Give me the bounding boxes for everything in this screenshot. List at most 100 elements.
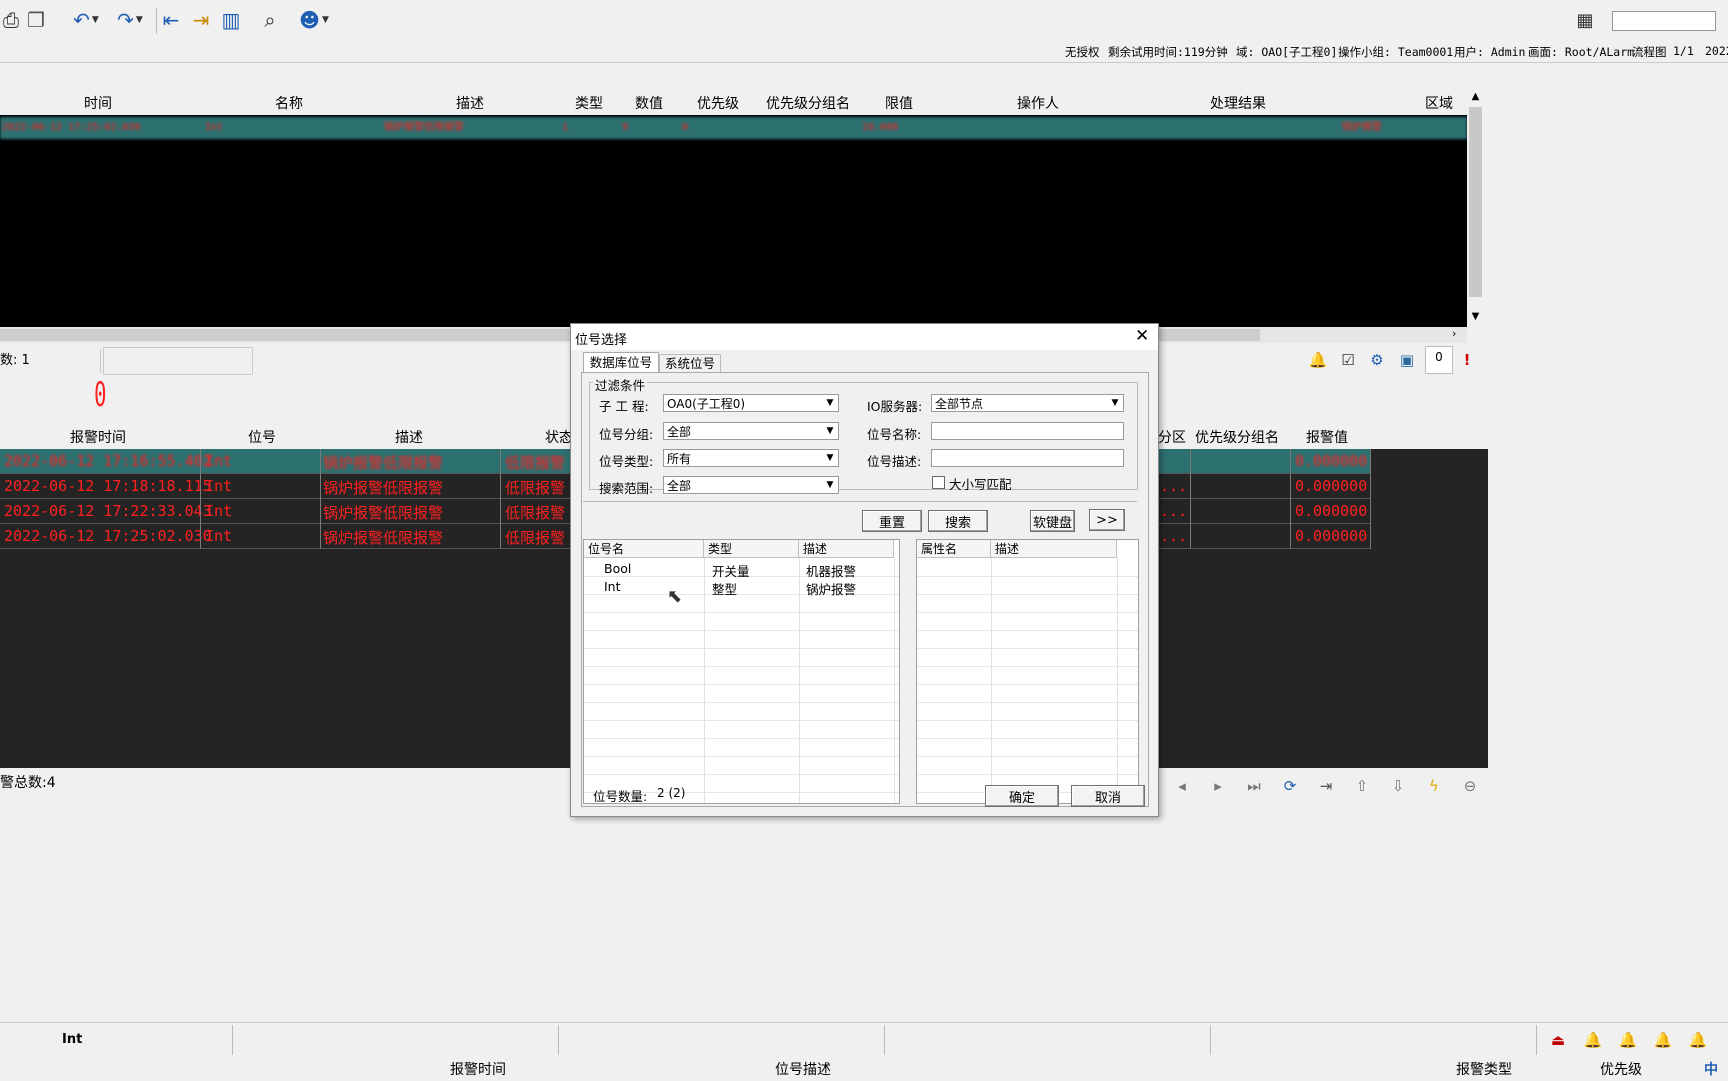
- undo-icon[interactable]: ↶ ▼: [66, 6, 106, 34]
- toolbar-search-input[interactable]: [1612, 11, 1716, 31]
- close-icon[interactable]: ✕: [1135, 326, 1149, 346]
- table-row[interactable]: 2022-06-12 17:25:02.030 Int 锅炉报警低限报警 1 9…: [0, 117, 1467, 139]
- list-item-name[interactable]: Int: [604, 579, 621, 594]
- cancel-button[interactable]: 取消: [1071, 785, 1145, 807]
- alarm-clock-icon[interactable]: 🔔: [1685, 1027, 1711, 1053]
- scroll-right-icon[interactable]: ›: [1452, 327, 1456, 340]
- search-scope-select[interactable]: 全部 ▼: [663, 476, 839, 494]
- chevron-down-icon[interactable]: ▼: [822, 423, 838, 439]
- col-header[interactable]: 操作人: [1017, 93, 1059, 113]
- keypad-icon[interactable]: ▦: [1572, 6, 1598, 34]
- dialog-titlebar[interactable]: 位号选择 ✕: [571, 324, 1158, 350]
- split-right-icon[interactable]: ⇥: [188, 6, 214, 34]
- expand-button[interactable]: >>: [1089, 509, 1125, 531]
- col-header[interactable]: 限值: [885, 93, 913, 113]
- lightning-icon[interactable]: ϟ: [1424, 776, 1444, 796]
- scroll-down-icon[interactable]: ▼: [1467, 311, 1484, 325]
- reset-button[interactable]: 重置: [862, 510, 922, 532]
- col-header[interactable]: 优先级分组名: [766, 93, 850, 113]
- match-case-checkbox[interactable]: [932, 476, 945, 489]
- search-zoom-icon[interactable]: ⌕: [256, 6, 284, 34]
- col-header[interactable]: 处理结果: [1210, 93, 1266, 113]
- chevron-down-icon[interactable]: ▼: [1107, 395, 1123, 411]
- col-header[interactable]: 时间: [84, 93, 112, 113]
- split-left-icon[interactable]: ⇤: [158, 6, 184, 34]
- export-icon[interactable]: ⇥: [1316, 776, 1336, 796]
- scroll-up-icon[interactable]: ▲: [1467, 91, 1484, 105]
- redo-icon[interactable]: ↷ ▼: [110, 6, 150, 34]
- tag-list[interactable]: 位号名 类型 描述 Bool 开关量 机器报警 Int 整型 锅炉报警: [583, 539, 900, 804]
- scroll-thumb[interactable]: [1469, 107, 1482, 297]
- col-header[interactable]: 类型: [575, 93, 603, 113]
- col-header[interactable]: 位号: [248, 427, 276, 447]
- chevron-down-icon[interactable]: ▼: [822, 450, 838, 466]
- vertical-scrollbar[interactable]: ▲ ▼: [1467, 91, 1484, 327]
- chevron-down-icon[interactable]: ▼: [822, 477, 838, 493]
- col-header[interactable]: 报警值: [1306, 427, 1348, 447]
- subproject-select[interactable]: OA0(子工程0) ▼: [663, 394, 839, 412]
- tag-desc-input[interactable]: [931, 449, 1124, 467]
- book-icon[interactable]: ▥: [218, 6, 244, 34]
- alarm-list-icon[interactable]: 🔔: [1650, 1027, 1676, 1053]
- prev-page-icon[interactable]: ◂: [1172, 776, 1192, 796]
- list-header[interactable]: 描述: [991, 540, 1117, 558]
- col-header[interactable]: 分区: [1158, 427, 1186, 447]
- list-header[interactable]: 属性名: [917, 540, 991, 558]
- tag-type-select[interactable]: 所有 ▼: [663, 449, 839, 467]
- list-item-desc[interactable]: 机器报警: [806, 561, 856, 580]
- list-item-name[interactable]: Bool: [604, 561, 631, 576]
- move-up-icon[interactable]: ⇧: [1352, 776, 1372, 796]
- soft-keyboard-button[interactable]: 软键盘: [1030, 510, 1075, 532]
- list-header[interactable]: 类型: [704, 540, 799, 558]
- list-item-desc[interactable]: 锅炉报警: [806, 579, 856, 598]
- attribute-list[interactable]: 属性名 描述: [916, 539, 1139, 804]
- col-header[interactable]: 名称: [275, 93, 303, 113]
- cell-desc: 锅炉报警低限报警: [323, 529, 444, 547]
- col-header[interactable]: 优先级: [697, 93, 739, 113]
- list-header[interactable]: 描述: [799, 540, 894, 558]
- list-item-type[interactable]: 开关量: [712, 561, 750, 580]
- alarm-search-icon[interactable]: 🔔: [1615, 1027, 1641, 1053]
- grid-line: [584, 738, 899, 739]
- refresh-icon[interactable]: ⟳: [1280, 776, 1300, 796]
- alert-icon[interactable]: !: [1455, 348, 1479, 372]
- user-icon[interactable]: ☻ ▼: [292, 6, 336, 34]
- tab-system-tags[interactable]: 系统位号: [659, 354, 721, 373]
- col-header[interactable]: 描述: [395, 427, 423, 447]
- tag-group-select[interactable]: 全部 ▼: [663, 422, 839, 440]
- grid-line: [917, 594, 1138, 595]
- last-page-icon[interactable]: ⏭: [1244, 776, 1264, 796]
- io-server-select[interactable]: 全部节点 ▼: [931, 394, 1124, 412]
- bell-icon[interactable]: 🔔: [1306, 348, 1330, 372]
- print-icon[interactable]: ⎙: [0, 6, 22, 34]
- col-header[interactable]: 报警时间: [70, 427, 126, 447]
- footer-label-priority: 优先级: [1600, 1062, 1642, 1078]
- ok-button[interactable]: 确定: [985, 785, 1059, 807]
- cell-value: 9: [622, 122, 629, 133]
- cell-state: 低限报警: [505, 479, 566, 497]
- cell-state: 低限报警: [505, 454, 566, 472]
- list-item-type[interactable]: 整型: [712, 579, 737, 598]
- copy-icon[interactable]: ❐: [24, 6, 48, 34]
- alarm-bell-icon[interactable]: 🔔: [1580, 1027, 1606, 1053]
- remove-icon[interactable]: ⊖: [1460, 776, 1480, 796]
- tag-select-dialog: 位号选择 ✕ 数据库位号 系统位号 过滤条件 子 工 程: OA0(子工程0) ▼…: [570, 323, 1159, 817]
- tag-name-input[interactable]: [931, 422, 1124, 440]
- grid-line: [584, 630, 899, 631]
- col-header[interactable]: 区域: [1425, 93, 1453, 113]
- col-header[interactable]: 数值: [635, 93, 663, 113]
- list-header[interactable]: 位号名: [584, 540, 704, 558]
- eject-icon[interactable]: ⏏: [1545, 1027, 1571, 1053]
- chevron-down-icon[interactable]: ▼: [822, 395, 838, 411]
- col-header[interactable]: 描述: [456, 93, 484, 113]
- monitor-icon[interactable]: ▣: [1395, 348, 1419, 372]
- cell-type: 1: [562, 122, 569, 133]
- tab-database-tags[interactable]: 数据库位号: [583, 352, 659, 373]
- move-down-icon[interactable]: ⇩: [1388, 776, 1408, 796]
- next-page-icon[interactable]: ▸: [1208, 776, 1228, 796]
- search-button[interactable]: 搜索: [928, 510, 988, 532]
- settings-icon[interactable]: ⚙: [1365, 348, 1389, 372]
- col-header[interactable]: 优先级分组名: [1195, 427, 1279, 447]
- checklist-icon[interactable]: ☑: [1336, 348, 1360, 372]
- col-header[interactable]: 状态: [545, 427, 573, 447]
